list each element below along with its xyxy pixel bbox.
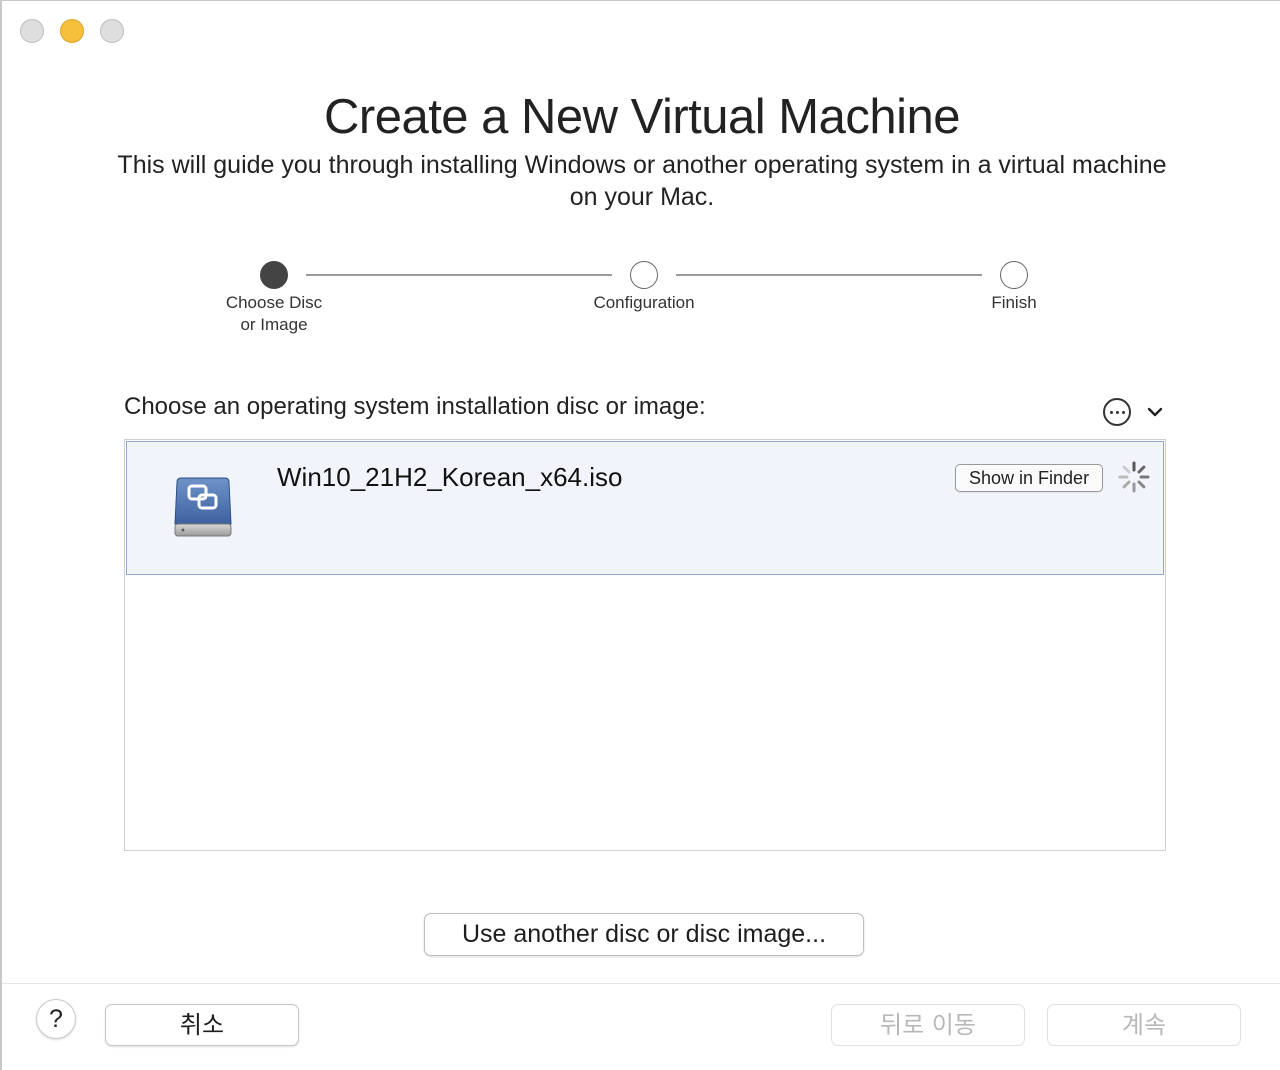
ellipsis-circle-icon[interactable] [1103, 398, 1131, 426]
wizard-steps: Choose Disc or Image Configuration Finis… [2, 259, 1280, 349]
step-connector [676, 274, 982, 276]
step-label-finish: Finish [924, 292, 1104, 314]
cancel-button[interactable]: 취소 [105, 1004, 299, 1046]
chevron-down-icon[interactable] [1145, 402, 1165, 422]
os-image-list[interactable]: Win10_21H2_Korean_x64.iso Show in Finder [124, 439, 1166, 851]
continue-button[interactable]: 계속 [1047, 1004, 1241, 1046]
back-button[interactable]: 뒤로 이동 [831, 1004, 1025, 1046]
page-title: Create a New Virtual Machine [323, 90, 961, 144]
step-connector [306, 274, 612, 276]
footer-divider [2, 983, 1280, 984]
help-button[interactable]: ? [36, 999, 76, 1039]
image-file-name: Win10_21H2_Korean_x64.iso [277, 462, 623, 492]
minimize-window-button[interactable] [60, 19, 84, 43]
step-label-line: Configuration [593, 293, 695, 312]
use-another-disc-button[interactable]: Use another disc or disc image... [424, 913, 864, 956]
step-indicator-configuration [630, 261, 658, 289]
spinner-icon [1118, 461, 1150, 493]
disk-image-icon [174, 477, 232, 537]
step-label-choose-disc: Choose Disc or Image [184, 292, 364, 336]
subtitle-line-2: on your Mac. [569, 183, 715, 211]
subtitle-line-1: This will guide you through installing W… [117, 151, 1167, 179]
close-window-button[interactable] [20, 19, 44, 43]
step-label-line: Finish [991, 293, 1037, 312]
step-label-configuration: Configuration [554, 292, 734, 314]
step-label-line: Choose Disc [225, 293, 323, 312]
step-indicator-finish [1000, 261, 1028, 289]
new-vm-window: Create a New Virtual Machine This will g… [0, 0, 1280, 1070]
zoom-window-button[interactable] [100, 19, 124, 43]
step-label-line: or Image [240, 315, 308, 334]
step-indicator-choose-disc [260, 261, 288, 289]
chooser-label: Choose an operating system installation … [124, 393, 706, 420]
window-controls [20, 19, 124, 43]
list-item[interactable]: Win10_21H2_Korean_x64.iso Show in Finder [126, 441, 1164, 575]
page-subtitle: This will guide you through installing W… [62, 149, 1222, 213]
show-in-finder-button[interactable]: Show in Finder [955, 464, 1104, 492]
